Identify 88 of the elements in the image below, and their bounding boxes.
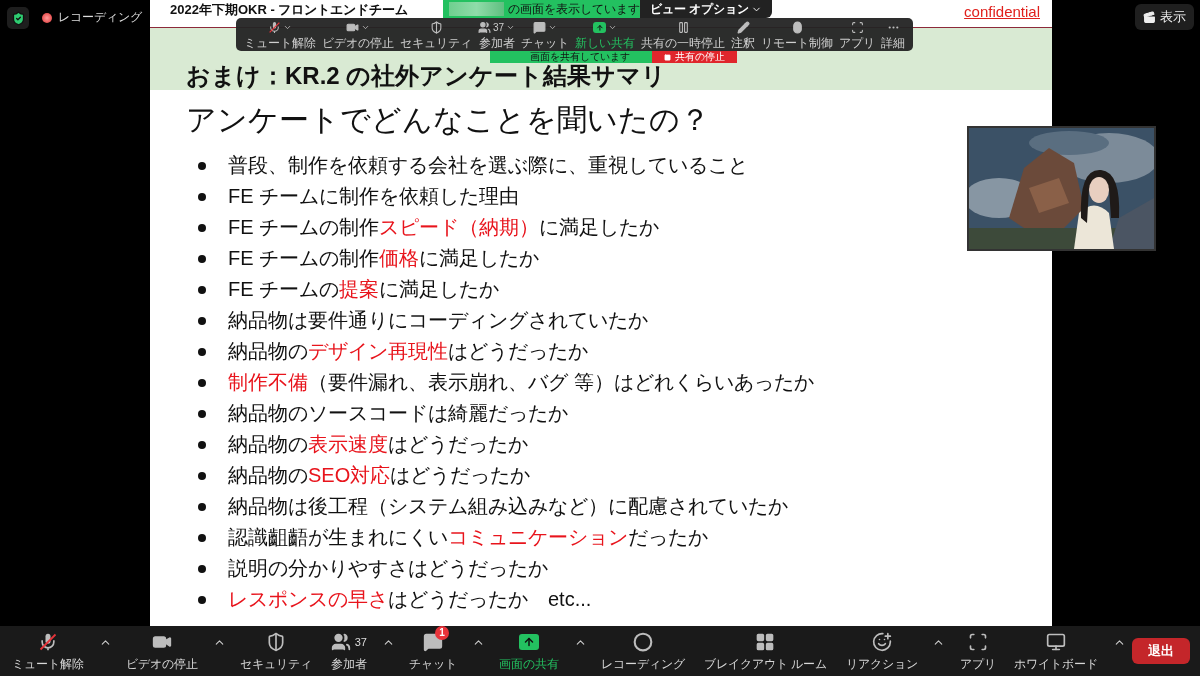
record-button[interactable]: レコーディング xyxy=(597,629,690,673)
section-title: おまけ：KR.2 の社外アンケート結果サマリ xyxy=(186,63,667,88)
apps-icon xyxy=(850,21,864,34)
bullet-text: 納品物のソースコードは綺麗だったか xyxy=(228,401,568,426)
view-button[interactable]: 表示 xyxy=(1135,4,1194,30)
participants-button[interactable]: 37 参加者 xyxy=(326,629,371,673)
bullet-text: 納品物は要件通りにコーディングされていたか xyxy=(228,308,648,333)
bullet-dot xyxy=(198,378,206,387)
caret-icon[interactable] xyxy=(506,23,516,32)
apps-button[interactable]: アプリ xyxy=(837,19,878,50)
shield-icon xyxy=(266,631,287,652)
breakout-button[interactable]: ブレイクアウト ルーム xyxy=(699,629,832,673)
bullet-dot xyxy=(198,533,206,542)
video-button[interactable]: ビデオの停止 xyxy=(320,19,396,50)
caret-icon[interactable] xyxy=(608,23,618,32)
shield-icon xyxy=(429,21,443,34)
bullet-text: 納品物のデザイン再現性はどうだったか xyxy=(228,339,588,364)
bullet-text: 納品物のSEO対応はどうだったか xyxy=(228,463,531,488)
caret-icon[interactable] xyxy=(361,23,370,32)
bullet-dot xyxy=(198,223,206,232)
recording-dot xyxy=(42,12,52,23)
annotate-button[interactable]: 注釈 xyxy=(729,19,758,50)
bullet-text: FE チームの制作価格に満足したか xyxy=(228,246,540,271)
video-camera-icon xyxy=(346,21,359,34)
bullet-text: 納品物は後工程（システム組み込みなど）に配慮されていたか xyxy=(228,494,788,519)
bullet-text: FE チームに制作を依頼した理由 xyxy=(228,184,520,209)
mic-button[interactable]: ミュート解除 xyxy=(242,19,318,50)
bullet-text: レスポンスの早さ はどうだったか etc... xyxy=(228,587,592,612)
reaction-button[interactable]: リアクション xyxy=(841,629,922,673)
chat-button[interactable]: チャット xyxy=(519,19,572,50)
record-icon xyxy=(633,631,654,652)
share-button[interactable]: 新しい共有 xyxy=(573,19,638,50)
bullet-dot xyxy=(198,161,206,170)
participants-button[interactable]: 37 参加者 xyxy=(476,19,518,50)
slide-title: 2022年下期OKR - フロントエンドチーム xyxy=(170,2,409,17)
smiley-icon xyxy=(871,631,892,652)
bullet-dot xyxy=(198,409,206,418)
bullet-dot xyxy=(198,316,206,325)
share-button[interactable]: 画面の共有 xyxy=(495,629,564,673)
banner-text: の画面を表示しています xyxy=(508,0,640,18)
bullet-dot xyxy=(198,192,206,201)
security-button[interactable]: セキュリティ xyxy=(398,19,474,50)
more-button[interactable]: 詳細 xyxy=(879,19,908,50)
clapperboard-icon xyxy=(1143,10,1156,24)
apps-button[interactable]: アプリ xyxy=(955,629,1000,673)
recording-label: レコーディング xyxy=(58,9,142,26)
bullet-text: FE チームの制作スピード（納期）に満足したか xyxy=(228,215,660,240)
pause-icon xyxy=(676,21,690,34)
video-button[interactable]: ビデオの停止 xyxy=(122,629,203,673)
caret-icon[interactable] xyxy=(283,23,292,32)
pencil-icon xyxy=(736,21,750,34)
bullet-dot xyxy=(198,254,206,263)
grid-icon xyxy=(755,631,776,652)
bullet-dot xyxy=(198,595,206,604)
people-icon xyxy=(330,631,351,652)
sharing-status: 画面を共有しています xyxy=(490,51,652,63)
upload-arrow-icon xyxy=(593,22,607,33)
mic-button[interactable]: ミュート解除 xyxy=(8,629,88,673)
bullet-dot xyxy=(198,347,206,356)
bullet-text: 納品物の表示速度はどうだったか xyxy=(228,432,528,457)
bullet-text: 認識齟齬が生まれにくいコミュニケーションだったか xyxy=(228,525,708,550)
bullet-text: FE チームの提案に満足したか xyxy=(228,277,500,302)
bullet-text: 説明の分かりやすさはどうだったか xyxy=(228,556,548,581)
view-options-button[interactable]: ビュー オプション xyxy=(640,0,773,18)
bullet-dot xyxy=(198,502,206,511)
remote-button[interactable]: リモート制御 xyxy=(759,19,836,50)
security-badge[interactable] xyxy=(7,7,29,29)
stop-share-button[interactable]: 共有の停止 xyxy=(652,51,737,63)
mouse-icon xyxy=(790,21,804,34)
chat-bubble-icon xyxy=(533,21,547,34)
people-icon xyxy=(478,21,491,34)
confidential-label: confidential xyxy=(964,3,1040,21)
bullet-dot xyxy=(198,285,206,294)
blurred-name xyxy=(449,2,504,16)
bullet-dot xyxy=(198,471,206,480)
slide-heading: アンケートでどんなことを聞いたの？ xyxy=(186,102,711,138)
caret-icon[interactable] xyxy=(548,23,558,32)
leave-button[interactable]: 退出 xyxy=(1132,638,1190,664)
bullet-text: 制作不備（要件漏れ、表示崩れ、バグ 等）はどれくらいあったか xyxy=(228,370,814,395)
apps-icon xyxy=(967,631,988,652)
bullet-text: 普段、制作を依頼する会社を選ぶ際に、重視していること xyxy=(228,153,748,178)
pause-button[interactable]: 共有の一時停止 xyxy=(639,19,728,50)
bullet-dot xyxy=(198,564,206,573)
security-button[interactable]: セキュリティ xyxy=(236,629,317,673)
whiteboard-button[interactable]: ホワイトボード xyxy=(1010,629,1103,673)
bullet-dot xyxy=(198,440,206,449)
monitor-icon xyxy=(1046,631,1067,652)
stop-icon xyxy=(664,53,671,61)
